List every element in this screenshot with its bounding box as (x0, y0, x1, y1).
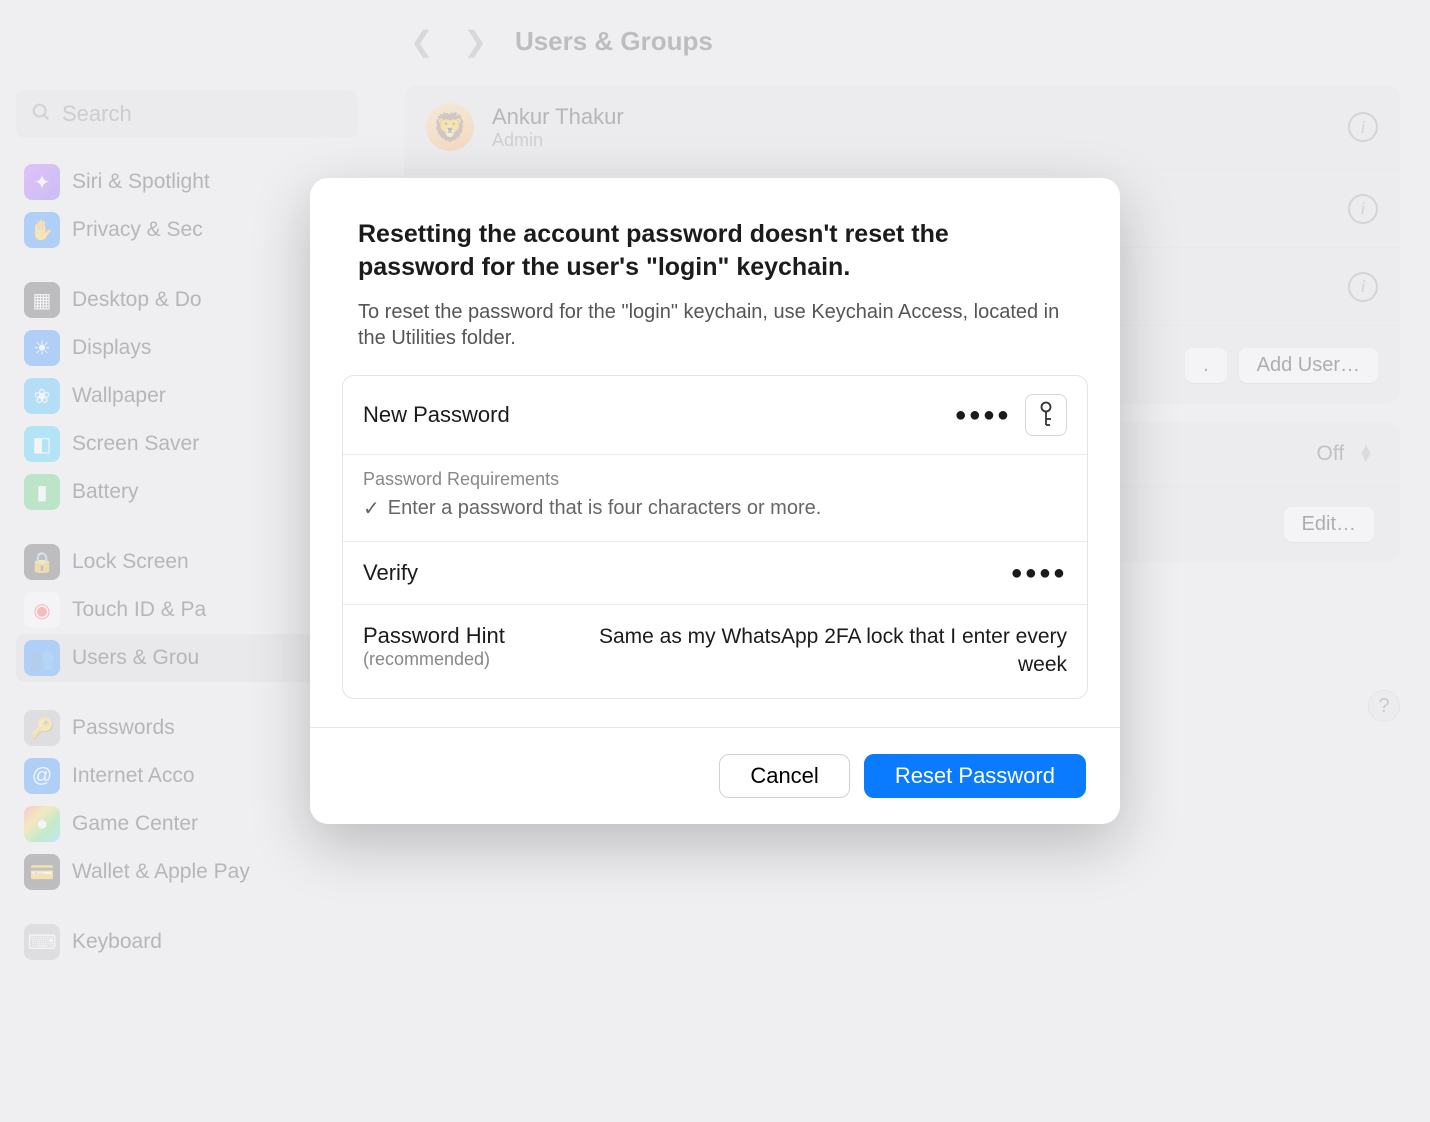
dialog-subtitle: To reset the password for the "login" ke… (358, 299, 1072, 351)
reset-password-dialog: Resetting the account password doesn't r… (310, 178, 1120, 824)
new-password-row: New Password ●●●● (343, 376, 1087, 455)
password-requirements: Password Requirements ✓ Enter a password… (343, 455, 1087, 542)
verify-label: Verify (363, 560, 418, 586)
verify-row: Verify ●●●● (343, 542, 1087, 605)
dialog-title: Resetting the account password doesn't r… (358, 218, 1072, 283)
requirements-title: Password Requirements (363, 469, 1067, 490)
hint-sublabel: (recommended) (363, 649, 505, 670)
hint-row: Password Hint (recommended) Same as my W… (343, 605, 1087, 698)
hint-field[interactable]: Same as my WhatsApp 2FA lock that I ente… (547, 623, 1067, 680)
new-password-field[interactable]: ●●●● (955, 404, 1011, 427)
verify-field[interactable]: ●●●● (1011, 562, 1067, 585)
dialog-header: Resetting the account password doesn't r… (310, 178, 1120, 375)
checkmark-icon: ✓ (363, 496, 380, 521)
key-icon (1036, 401, 1056, 430)
new-password-label: New Password (363, 402, 510, 428)
cancel-button[interactable]: Cancel (719, 754, 849, 798)
password-assistant-button[interactable] (1025, 394, 1067, 436)
modal-overlay: Resetting the account password doesn't r… (0, 0, 1430, 1122)
reset-password-button[interactable]: Reset Password (864, 754, 1086, 798)
hint-label: Password Hint (recommended) (363, 623, 505, 670)
requirement-text: Enter a password that is four characters… (388, 497, 822, 520)
requirement-item: ✓ Enter a password that is four characte… (363, 496, 1067, 521)
dialog-footer: Cancel Reset Password (310, 727, 1120, 824)
password-form: New Password ●●●● Password Requirements … (342, 375, 1088, 699)
